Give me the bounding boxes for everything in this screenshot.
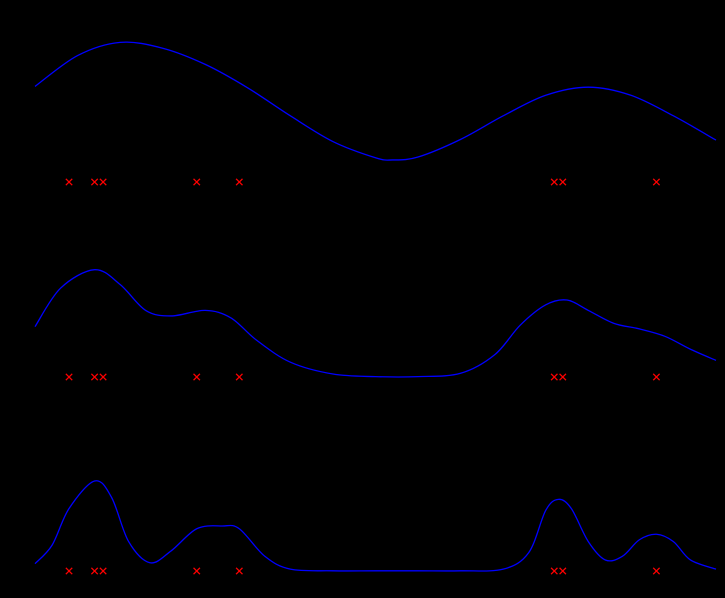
panel-3-x-tick-label: 6 (542, 578, 549, 593)
panel-2-y-tick-label: 0.1 (13, 332, 31, 347)
panel-2-y-tick-label: 0.2 (13, 295, 31, 310)
panel-1-x-tick-label: 1 (117, 189, 124, 204)
panel-1-x-tick-label: 6 (542, 189, 549, 204)
panel-2-x-tick-label: 0 (31, 384, 38, 399)
panel-1-x-tick-label: 2 (202, 189, 209, 204)
panel-2-x-tick-label: 6 (542, 384, 549, 399)
panel-3-x-tick-label: 7 (627, 578, 634, 593)
panel-2-x-tick-label: 5 (457, 384, 464, 399)
panel-1-x-tick-label: 3 (287, 189, 294, 204)
panel-3-x-tick-label: 8 (712, 578, 719, 593)
panel-3-y-tick-label: 0.6 (13, 453, 31, 468)
figure-background (0, 0, 725, 598)
panel-2-y-tick-label: 0.3 (13, 258, 31, 273)
panel-2-x-tick-label: 1 (117, 384, 124, 399)
panel-1-y-tick-label: 0.15 (6, 64, 31, 79)
panel-2-x-tick-label: 4 (372, 384, 379, 399)
panel-1-y-tick-label: 0.1 (13, 101, 31, 116)
panel-2-x-tick-label: 2 (202, 384, 209, 399)
panel-1-x-tick-label: 7 (627, 189, 634, 204)
panel-3-y-tick-label: 0 (24, 563, 31, 578)
panel-3-x-tick-label: 5 (457, 578, 464, 593)
panel-3-x-tick-label: 2 (202, 578, 209, 593)
panel-1-x-tick-label: 5 (457, 189, 464, 204)
panel-2-x-tick-label: 8 (712, 384, 719, 399)
panel-2-x-tick-label: 3 (287, 384, 294, 399)
panel-3-x-tick-label: 1 (117, 578, 124, 593)
panel-3-x-tick-label: 3 (287, 578, 294, 593)
panel-1-y-tick-label: 0.2 (13, 27, 31, 42)
panel-3-x-tick-label: 0 (31, 578, 38, 593)
panel-3-y-tick-label: 0.2 (13, 526, 31, 541)
panel-1-y-tick-label: 0 (24, 174, 31, 189)
panel-2-x-tick-label: 7 (627, 384, 634, 399)
panel-1-x-tick-label: 4 (372, 189, 379, 204)
panel-3-y-tick-label: 0.8 (13, 416, 31, 431)
panel-1-x-tick-label: 8 (712, 189, 719, 204)
panel-2-title: h=0.5 (359, 206, 392, 221)
panel-3-x-tick-label: 4 (372, 578, 379, 593)
panel-2-y-tick-label: 0 (24, 369, 31, 384)
panel-1-title: Kernel estimator: h=1 (314, 12, 438, 27)
panel-1-y-tick-label: 0.05 (6, 137, 31, 152)
panel-3-title: h=0.25 (355, 401, 395, 416)
panel-1-x-tick-label: 0 (31, 189, 38, 204)
panel-2-y-tick-label: 0.4 (13, 221, 31, 236)
panel-3-y-tick-label: 0.4 (13, 490, 31, 505)
kernel-estimator-figure: Kernel estimator: h=1 0 1 2 3 4 5 6 7 8 0 0.05 0.1 0.… (0, 0, 725, 598)
